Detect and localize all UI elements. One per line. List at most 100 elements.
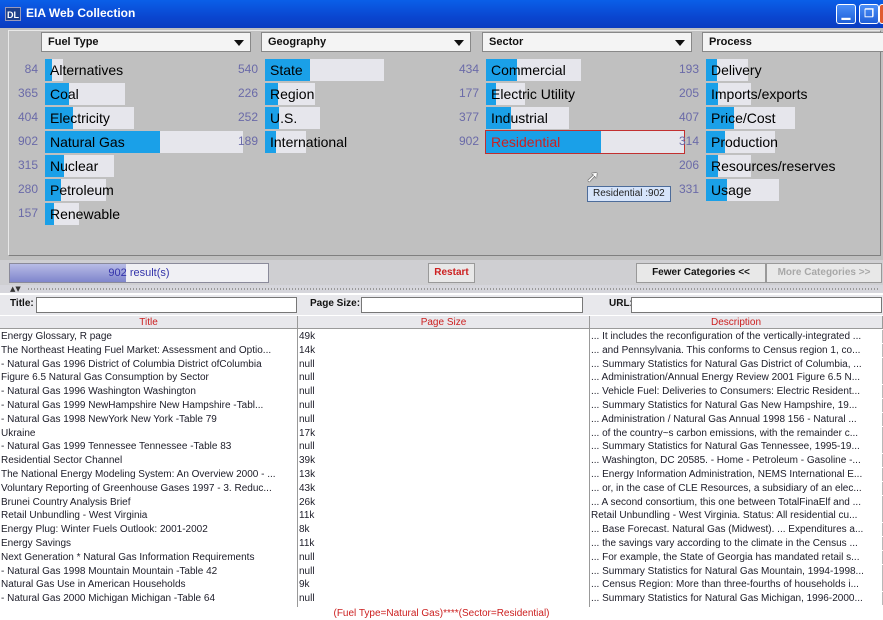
category-count: 280 bbox=[17, 182, 38, 196]
table-row[interactable]: Retail Unbundling - West Virginia 11k Reta… bbox=[0, 509, 883, 523]
splitter-arrows-icon[interactable]: ▲▼ bbox=[10, 285, 21, 293]
table-row[interactable]: The Northeast Heating Fuel Market: Asses… bbox=[0, 343, 883, 357]
title-bar: DL EIA Web Collection ▁ ❐ bbox=[0, 0, 883, 28]
category-label: Natural Gas bbox=[50, 134, 125, 150]
table-row[interactable]: Voluntary Reporting of Greenhouse Gases … bbox=[0, 481, 883, 495]
table-row[interactable]: Energy Plug: Winter Fuels Outlook: 2001-… bbox=[0, 523, 883, 537]
cell-description: ... Administration/Annual Energy Review … bbox=[590, 371, 883, 385]
table-row[interactable]: The National Energy Modeling System: An … bbox=[0, 468, 883, 481]
results-table: Energy Glossary, R page 49k... It include… bbox=[0, 330, 883, 607]
category-count: 331 bbox=[678, 182, 699, 196]
category-item-residential[interactable]: 902 Residential bbox=[449, 130, 689, 154]
category-count: 157 bbox=[17, 206, 38, 220]
dropdown-geography[interactable]: Geography bbox=[261, 32, 471, 52]
tooltip: Residential :902 bbox=[587, 186, 671, 202]
cell-description: ... the savings vary according to the cl… bbox=[590, 537, 883, 550]
cell-description: ... Summary Statistics for Natural Gas M… bbox=[590, 564, 883, 578]
category-item-international[interactable]: 189 International bbox=[228, 131, 468, 153]
category-item-usage[interactable]: 331 Usage bbox=[669, 179, 883, 201]
table-row[interactable]: - Natural Gas 1996 District of Columbia … bbox=[0, 357, 883, 371]
dropdown-process[interactable]: Process bbox=[702, 32, 883, 52]
category-count: 377 bbox=[458, 110, 479, 124]
category-item-production[interactable]: 314 Production bbox=[669, 131, 883, 153]
splitter-handle[interactable]: ▲▼ bbox=[0, 285, 883, 293]
table-row[interactable]: - Natural Gas 1996 Washington Washington… bbox=[0, 385, 883, 399]
page-size-filter-input[interactable] bbox=[361, 297, 583, 313]
category-item-resources-reserves[interactable]: 206 Resources/reserves bbox=[669, 155, 883, 177]
category-item-delivery[interactable]: 193 Delivery bbox=[669, 59, 883, 81]
close-button[interactable] bbox=[879, 4, 883, 24]
category-bar: Nuclear bbox=[45, 155, 114, 177]
table-row[interactable]: Brunei Country Analysis Brief 26k... A se… bbox=[0, 495, 883, 509]
table-row[interactable]: - Natural Gas 1999 NewHampshire New Hamp… bbox=[0, 399, 883, 412]
dropdown-fuel-type[interactable]: Fuel Type bbox=[41, 32, 251, 52]
table-row[interactable]: Natural Gas Use in American Households 9k… bbox=[0, 578, 883, 592]
category-bar: Renewable bbox=[45, 203, 120, 225]
column-divider bbox=[589, 316, 590, 607]
minimize-button[interactable]: ▁ bbox=[836, 4, 856, 24]
category-bar: State bbox=[265, 59, 384, 81]
table-row[interactable]: Energy Glossary, R page 49k... It include… bbox=[0, 330, 883, 343]
category-item-natural-gas[interactable]: 902 Natural Gas bbox=[8, 131, 248, 153]
table-row[interactable]: Residential Sector Channel 39k... Washing… bbox=[0, 454, 883, 468]
category-item-u-s-[interactable]: 252 U.S. bbox=[228, 107, 468, 129]
cell-title: - Natural Gas 1998 Mountain Mountain -Ta… bbox=[0, 564, 298, 578]
category-count: 404 bbox=[17, 110, 38, 124]
title-filter-label: Title: bbox=[10, 298, 34, 309]
category-item-region[interactable]: 226 Region bbox=[228, 83, 468, 105]
table-row[interactable]: - Natural Gas 1998 NewYork New York -Tab… bbox=[0, 412, 883, 426]
category-item-state[interactable]: 540 State bbox=[228, 59, 468, 81]
category-item-petroleum[interactable]: 280 Petroleum bbox=[8, 179, 248, 201]
table-row[interactable]: Ukraine 17k... of the country~s carbon em… bbox=[0, 426, 883, 440]
cell-title: Energy Glossary, R page bbox=[0, 330, 298, 343]
table-row[interactable]: - Natural Gas 2000 Michigan Michigan -Ta… bbox=[0, 592, 883, 606]
category-item-electricity[interactable]: 404 Electricity bbox=[8, 107, 248, 129]
category-label: U.S. bbox=[270, 110, 298, 126]
category-item-coal[interactable]: 365 Coal bbox=[8, 83, 248, 105]
category-bar: Delivery bbox=[706, 59, 762, 81]
category-item-alternatives[interactable]: 84 Alternatives bbox=[8, 59, 248, 81]
cell-title: Residential Sector Channel bbox=[0, 454, 298, 468]
table-row[interactable]: Figure 6.5 Natural Gas Consumption by Se… bbox=[0, 371, 883, 385]
cell-title: Retail Unbundling - West Virginia bbox=[0, 509, 298, 523]
cell-page-size: 39k bbox=[298, 454, 590, 468]
table-row[interactable]: - Natural Gas 1999 Tennessee Tennessee -… bbox=[0, 440, 883, 454]
table-row[interactable]: Next Generation * Natural Gas Informatio… bbox=[0, 550, 883, 564]
category-bar: Imports/exports bbox=[706, 83, 807, 105]
cell-description: ... Washington, DC 20585. - Home - Petro… bbox=[590, 454, 883, 468]
column-header-description[interactable]: Description bbox=[590, 316, 883, 329]
table-row[interactable]: - Natural Gas 1998 Mountain Mountain -Ta… bbox=[0, 564, 883, 578]
more-categories-button[interactable]: More Categories >> bbox=[766, 263, 882, 283]
category-bar: Industrial bbox=[486, 107, 569, 129]
column-header-page-size[interactable]: Page Size bbox=[298, 316, 590, 329]
table-row[interactable]: Energy Savings 11k... the savings vary ac… bbox=[0, 537, 883, 550]
category-item-electric-utility[interactable]: 177 Electric Utility bbox=[449, 83, 689, 105]
url-filter-input[interactable] bbox=[631, 297, 882, 313]
cell-description: ... or, in the case of CLE Resources, a … bbox=[590, 481, 883, 495]
category-item-price-cost[interactable]: 407 Price/Cost bbox=[669, 107, 883, 129]
chevron-down-icon bbox=[675, 40, 685, 46]
category-label: Electricity bbox=[50, 110, 110, 126]
maximize-button[interactable]: ❐ bbox=[859, 4, 879, 24]
cell-title: Energy Savings bbox=[0, 537, 298, 550]
category-item-renewable[interactable]: 157 Renewable bbox=[8, 203, 248, 225]
control-row: 902 result(s) Restart Fewer Categories <… bbox=[0, 260, 883, 285]
column-header-title[interactable]: Title bbox=[0, 316, 298, 329]
title-filter-input[interactable] bbox=[36, 297, 297, 313]
category-item-imports-exports[interactable]: 205 Imports/exports bbox=[669, 83, 883, 105]
category-count: 407 bbox=[678, 110, 699, 124]
fewer-categories-button[interactable]: Fewer Categories << bbox=[636, 263, 766, 283]
category-label: Electric Utility bbox=[491, 86, 576, 102]
page-size-filter-label: Page Size: bbox=[310, 298, 361, 309]
category-count: 315 bbox=[17, 158, 38, 172]
category-item-commercial[interactable]: 434 Commercial bbox=[449, 59, 689, 81]
cell-description: ... Base Forecast. Natural Gas (Midwest)… bbox=[590, 523, 883, 537]
category-count: 365 bbox=[17, 86, 38, 100]
category-item-nuclear[interactable]: 315 Nuclear bbox=[8, 155, 248, 177]
cell-title: Figure 6.5 Natural Gas Consumption by Se… bbox=[0, 371, 298, 385]
restart-button[interactable]: Restart bbox=[428, 263, 475, 283]
category-item-industrial[interactable]: 377 Industrial bbox=[449, 107, 689, 129]
cell-title: Energy Plug: Winter Fuels Outlook: 2001-… bbox=[0, 523, 298, 537]
dropdown-sector[interactable]: Sector bbox=[482, 32, 692, 52]
cell-page-size: 17k bbox=[298, 426, 590, 440]
